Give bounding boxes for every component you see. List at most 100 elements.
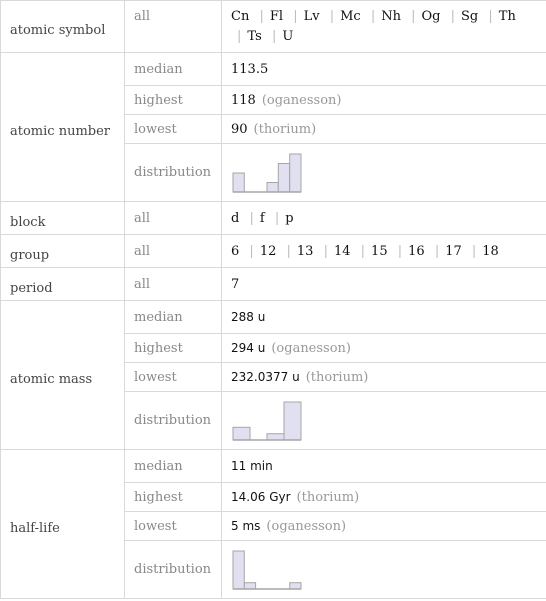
separator: | bbox=[323, 243, 328, 259]
histogram-bar bbox=[243, 581, 257, 590]
list-item: Mc bbox=[340, 8, 361, 24]
block-values: d | f | p bbox=[221, 201, 546, 235]
separator: | bbox=[286, 243, 291, 259]
property-label: period bbox=[0, 267, 125, 301]
row-atomic-symbol: atomic symbol all Cn | Fl | Lv | Mc | Nh | Og… bbox=[0, 0, 546, 53]
property-label: half-life bbox=[0, 449, 125, 599]
value-note: (oganesson) bbox=[266, 518, 347, 534]
list-item: f bbox=[259, 210, 265, 226]
row-atomic-number-median: atomic number median 113.5 bbox=[0, 52, 546, 202]
separator: | bbox=[471, 243, 477, 259]
list-item: Th bbox=[498, 8, 516, 24]
value: 5 ms (oganesson) bbox=[221, 511, 546, 541]
sub-label: median bbox=[124, 300, 222, 334]
row-period: period all 7 bbox=[0, 267, 546, 301]
row-half-life-median: half-life median 11 min bbox=[0, 449, 546, 599]
sub-label: all bbox=[124, 201, 222, 235]
value: 7 bbox=[221, 267, 546, 301]
value-number: 90 bbox=[231, 121, 248, 137]
sub-label: distribution bbox=[124, 143, 222, 202]
separator: | bbox=[271, 28, 277, 44]
list-item: Cn bbox=[231, 8, 250, 24]
property-label: group bbox=[0, 234, 125, 268]
atomic-mass-histogram bbox=[232, 401, 302, 441]
value-number: 5 bbox=[231, 518, 239, 533]
list-item: 16 bbox=[408, 243, 425, 259]
list-item: d bbox=[231, 210, 240, 226]
value: 90 (thorium) bbox=[221, 114, 546, 144]
list-item: p bbox=[285, 210, 294, 226]
sub-label: lowest bbox=[124, 362, 222, 392]
histogram-bar bbox=[289, 581, 302, 590]
separator: | bbox=[329, 8, 335, 24]
value: 118 (oganesson) bbox=[221, 85, 546, 115]
separator: | bbox=[434, 243, 440, 259]
histogram-bar bbox=[277, 162, 291, 192]
value bbox=[221, 391, 546, 450]
sub-label: distribution bbox=[124, 391, 222, 450]
value: 232.0377 u (thorium) bbox=[221, 362, 546, 392]
histogram-bar bbox=[266, 432, 285, 441]
list-item: 18 bbox=[482, 243, 499, 259]
sub-label: distribution bbox=[124, 540, 222, 599]
value: 113.5 bbox=[221, 52, 546, 86]
group-values: 6 | 12 | 13 | 14 | 15 | 16 | 17 | 18 bbox=[221, 234, 546, 268]
value: 14.06 Gyr (thorium) bbox=[221, 482, 546, 512]
histogram-bar bbox=[283, 401, 302, 440]
property-label: atomic mass bbox=[0, 300, 125, 450]
value-number: 294 bbox=[231, 340, 254, 355]
sub-label: all bbox=[124, 267, 222, 301]
value-number: 14.06 bbox=[231, 489, 266, 504]
list-item: Fl bbox=[269, 8, 284, 24]
list-item: Ts bbox=[247, 28, 262, 44]
value-number: 118 bbox=[231, 92, 256, 108]
sub-label: median bbox=[124, 52, 222, 86]
separator: | bbox=[450, 8, 456, 24]
value: 294 u (oganesson) bbox=[221, 333, 546, 363]
atomic-number-histogram bbox=[232, 153, 302, 193]
half-life-histogram bbox=[232, 550, 302, 590]
value-unit: u bbox=[257, 340, 266, 355]
sub-label: highest bbox=[124, 85, 222, 115]
separator: | bbox=[370, 8, 376, 24]
list-item: Lv bbox=[303, 8, 320, 24]
value-note: (thorium) bbox=[296, 489, 360, 505]
value bbox=[221, 540, 546, 599]
row-group: group all 6 | 12 | 13 | 14 | 15 | 16 | 17 | 18 bbox=[0, 234, 546, 268]
element-properties-table: atomic symbol all Cn | Fl | Lv | Mc | Nh | Og… bbox=[0, 0, 546, 599]
separator: | bbox=[237, 28, 242, 44]
value-unit: Gyr bbox=[269, 489, 291, 504]
separator: | bbox=[259, 8, 264, 24]
value-unit: u bbox=[257, 310, 266, 324]
value: 11 min bbox=[221, 449, 546, 483]
list-item: U bbox=[282, 28, 294, 44]
list-item: Sg bbox=[461, 8, 479, 24]
sub-label: highest bbox=[124, 333, 222, 363]
histogram-bar bbox=[232, 172, 245, 192]
separator: | bbox=[249, 210, 254, 226]
separator: | bbox=[293, 8, 298, 24]
list-item: Nh bbox=[381, 8, 401, 24]
sub-label: lowest bbox=[124, 511, 222, 541]
value-unit: u bbox=[292, 369, 300, 384]
row-block: block all d | f | p bbox=[0, 201, 546, 235]
separator: | bbox=[249, 243, 254, 259]
value-number: 232.0377 bbox=[231, 369, 289, 384]
value-unit: ms bbox=[242, 518, 261, 533]
value-note: (oganesson) bbox=[261, 92, 342, 108]
property-label: atomic number bbox=[0, 52, 125, 202]
list-item: 14 bbox=[333, 243, 351, 259]
value-note: (thorium) bbox=[253, 121, 317, 137]
list-item: 6 bbox=[231, 243, 240, 259]
atomic-symbol-values: Cn | Fl | Lv | Mc | Nh | Og | Sg | Th | Ts | U bbox=[221, 0, 546, 53]
sub-label: highest bbox=[124, 482, 222, 512]
histogram-bar bbox=[232, 426, 251, 440]
value-number: 11 bbox=[231, 459, 247, 473]
separator: | bbox=[411, 8, 416, 24]
sub-label: median bbox=[124, 449, 222, 483]
sub-label: all bbox=[124, 234, 222, 268]
value-unit: min bbox=[250, 459, 273, 473]
value: 288 u bbox=[221, 300, 546, 334]
list-item: Og bbox=[421, 8, 441, 24]
list-item: 15 bbox=[371, 243, 388, 259]
